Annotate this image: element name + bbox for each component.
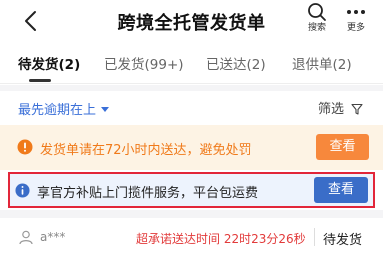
- more-label: 更多: [346, 23, 365, 33]
- tab-delivered[interactable]: 已送达(2): [206, 53, 266, 73]
- search-icon: [308, 3, 326, 21]
- sort-label: 最先逾期在上: [18, 103, 97, 118]
- more-button[interactable]: 更多: [341, 2, 371, 34]
- filter-funnel-icon: [351, 103, 363, 115]
- order-status-tabs: 待发货(2) 已发货(99+) 已送达(2) 退供单(2): [0, 44, 383, 84]
- more-dots-icon: [347, 10, 365, 14]
- search-button[interactable]: 搜索: [302, 2, 332, 34]
- section-divider: [0, 210, 383, 218]
- warning-icon: [17, 139, 33, 155]
- user-icon: [19, 230, 33, 245]
- overdue-time: 超承诺送达时间 22时23分26秒: [136, 232, 306, 246]
- view-deadline-button[interactable]: 查看: [316, 134, 369, 160]
- order-status: 待发货: [323, 233, 363, 248]
- order-list-item[interactable]: a*** 超承诺送达时间 22时23分26秒 待发货: [0, 218, 383, 264]
- delivery-deadline-notice: 发货单请在72小时内送达，避免处罚 查看: [0, 125, 383, 170]
- filter-label: 筛选: [318, 102, 345, 117]
- tab-shipped[interactable]: 已发货(99+): [104, 53, 184, 73]
- buyer-name: a***: [40, 230, 66, 244]
- divider: [314, 228, 315, 246]
- sort-filter-bar: 最先逾期在上 筛选: [0, 91, 383, 125]
- active-tab-indicator: [29, 79, 51, 82]
- deadline-notice-text: 发货单请在72小时内送达，避免处罚: [40, 143, 252, 158]
- tab-pending-shipment[interactable]: 待发货(2): [18, 53, 80, 73]
- filter-button[interactable]: 筛选: [318, 98, 363, 117]
- caret-down-icon: [101, 107, 110, 112]
- info-icon: [15, 183, 30, 198]
- tab-returns[interactable]: 退供单(2): [292, 53, 352, 73]
- sort-dropdown[interactable]: 最先逾期在上: [18, 99, 110, 118]
- pickup-subsidy-notice: 享官方补贴上门揽件服务，平台包运费 查看: [8, 172, 375, 208]
- view-pickup-button[interactable]: 查看: [314, 177, 368, 203]
- pickup-notice-text: 享官方补贴上门揽件服务，平台包运费: [37, 186, 259, 201]
- search-label: 搜索: [307, 23, 326, 33]
- app-header: 跨境全托管发货单 搜索 更多: [0, 0, 383, 44]
